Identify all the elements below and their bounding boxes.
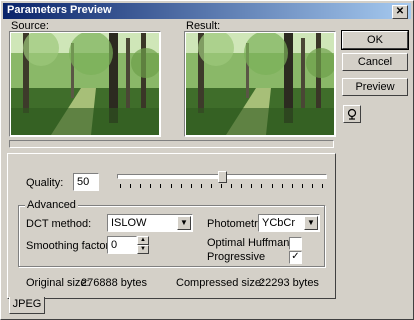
dct-method-label: DCT method: [26,218,92,230]
photometric-value: YCbCr [262,217,296,229]
preview-button[interactable]: Preview [342,78,408,96]
progressive-label: Progressive [207,251,266,263]
spin-down-button[interactable]: ▼ [137,245,149,254]
lens-icon [347,108,357,120]
photometric-select[interactable]: YCbCr ▼ [258,214,320,232]
title-bar: Parameters Preview ✕ [3,3,411,19]
optimal-huffman-label: Optimal Huffman [207,237,290,249]
optimal-huffman-checkbox[interactable] [289,237,302,250]
progress-strip [9,140,334,148]
slider-thumb[interactable] [218,171,227,183]
compressed-size-label: Compressed size: [176,277,265,289]
spin-down-icon: ▼ [140,246,146,252]
slider-tick [181,184,182,188]
slider-tick [251,184,252,188]
quality-label: Quality: [26,177,64,189]
source-image [11,33,159,135]
compressed-size-value: 22293 bytes [259,277,319,289]
slider-tick [191,184,192,188]
quality-value: 50 [77,176,90,188]
slider-tick [201,184,202,188]
smoothing-factor-value: 0 [111,239,118,251]
slider-tick [231,184,232,188]
slider-tick [160,184,161,188]
slider-tick [130,184,131,188]
cancel-button[interactable]: Cancel [342,53,408,71]
advanced-group-title: Advanced [25,199,78,211]
dct-method-select[interactable]: ISLOW ▼ [107,214,193,232]
ok-button[interactable]: OK [341,30,409,50]
slider-tick [322,184,323,188]
slider-tick [282,184,283,188]
spin-up-button[interactable]: ▲ [137,236,149,245]
parameters-preview-window: Parameters Preview ✕ Source: Result: OK … [0,0,414,320]
slider-tick [292,184,293,188]
slider-tick [211,184,212,188]
slider-tick [241,184,242,188]
slider-tick [261,184,262,188]
slider-tick [140,184,141,188]
progressive-checkbox[interactable]: ✓ [289,251,302,264]
close-button[interactable]: ✕ [392,5,408,19]
tab-jpeg-label: JPEG [12,298,42,310]
source-image-frame [9,31,161,137]
tab-jpeg[interactable]: JPEG [9,297,45,314]
quality-input[interactable]: 50 [73,173,99,191]
slider-tick [120,184,121,188]
window-title: Parameters Preview [7,4,112,16]
tool-button[interactable] [343,105,361,123]
slider-tick [221,184,222,188]
original-size-value: 276888 bytes [81,277,148,289]
slider-tick [302,184,303,188]
dct-method-value: ISLOW [111,217,147,229]
spin-up-icon: ▲ [140,237,146,243]
slider-tick [171,184,172,188]
slider-tick [272,184,273,188]
quality-slider[interactable] [117,171,327,191]
smoothing-factor-label: Smoothing factor: [26,240,113,252]
slider-tick [150,184,151,188]
dropdown-arrow-icon[interactable]: ▼ [304,216,318,230]
smoothing-factor-input[interactable]: 0 [107,236,137,254]
dropdown-arrow-icon[interactable]: ▼ [177,216,191,230]
close-icon: ✕ [395,6,405,17]
result-image-frame [184,31,336,137]
slider-tick [312,184,313,188]
result-image [186,33,334,135]
